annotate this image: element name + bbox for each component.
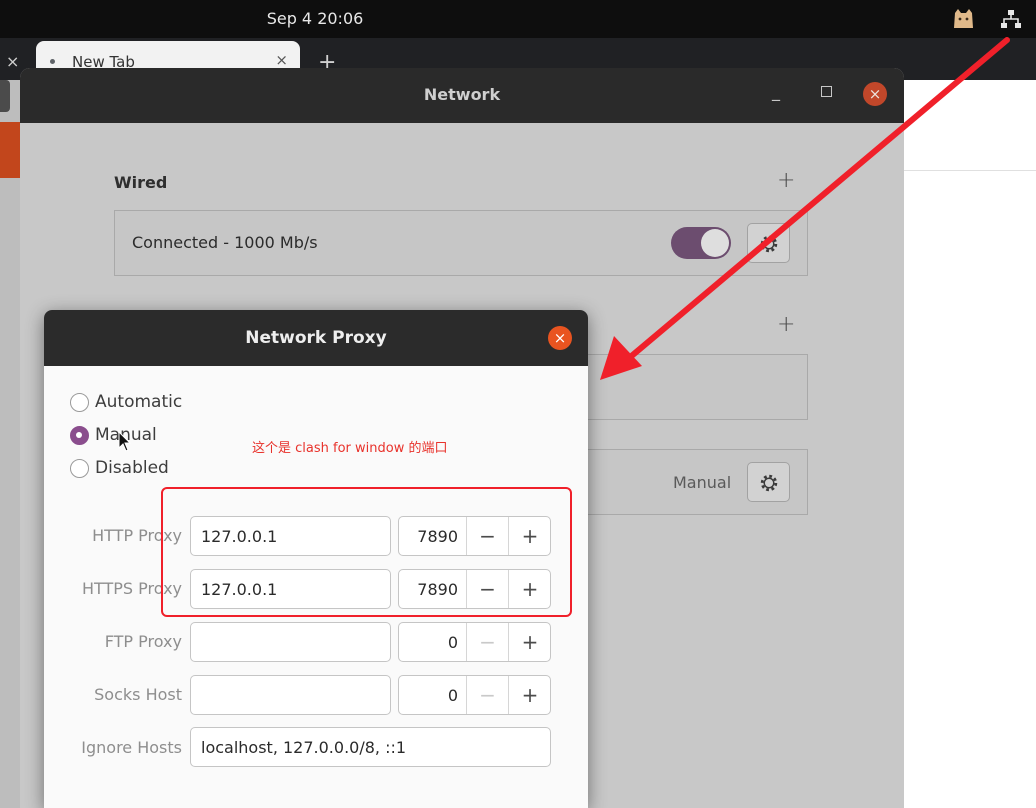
annotation-arrow-icon bbox=[600, 37, 1010, 380]
